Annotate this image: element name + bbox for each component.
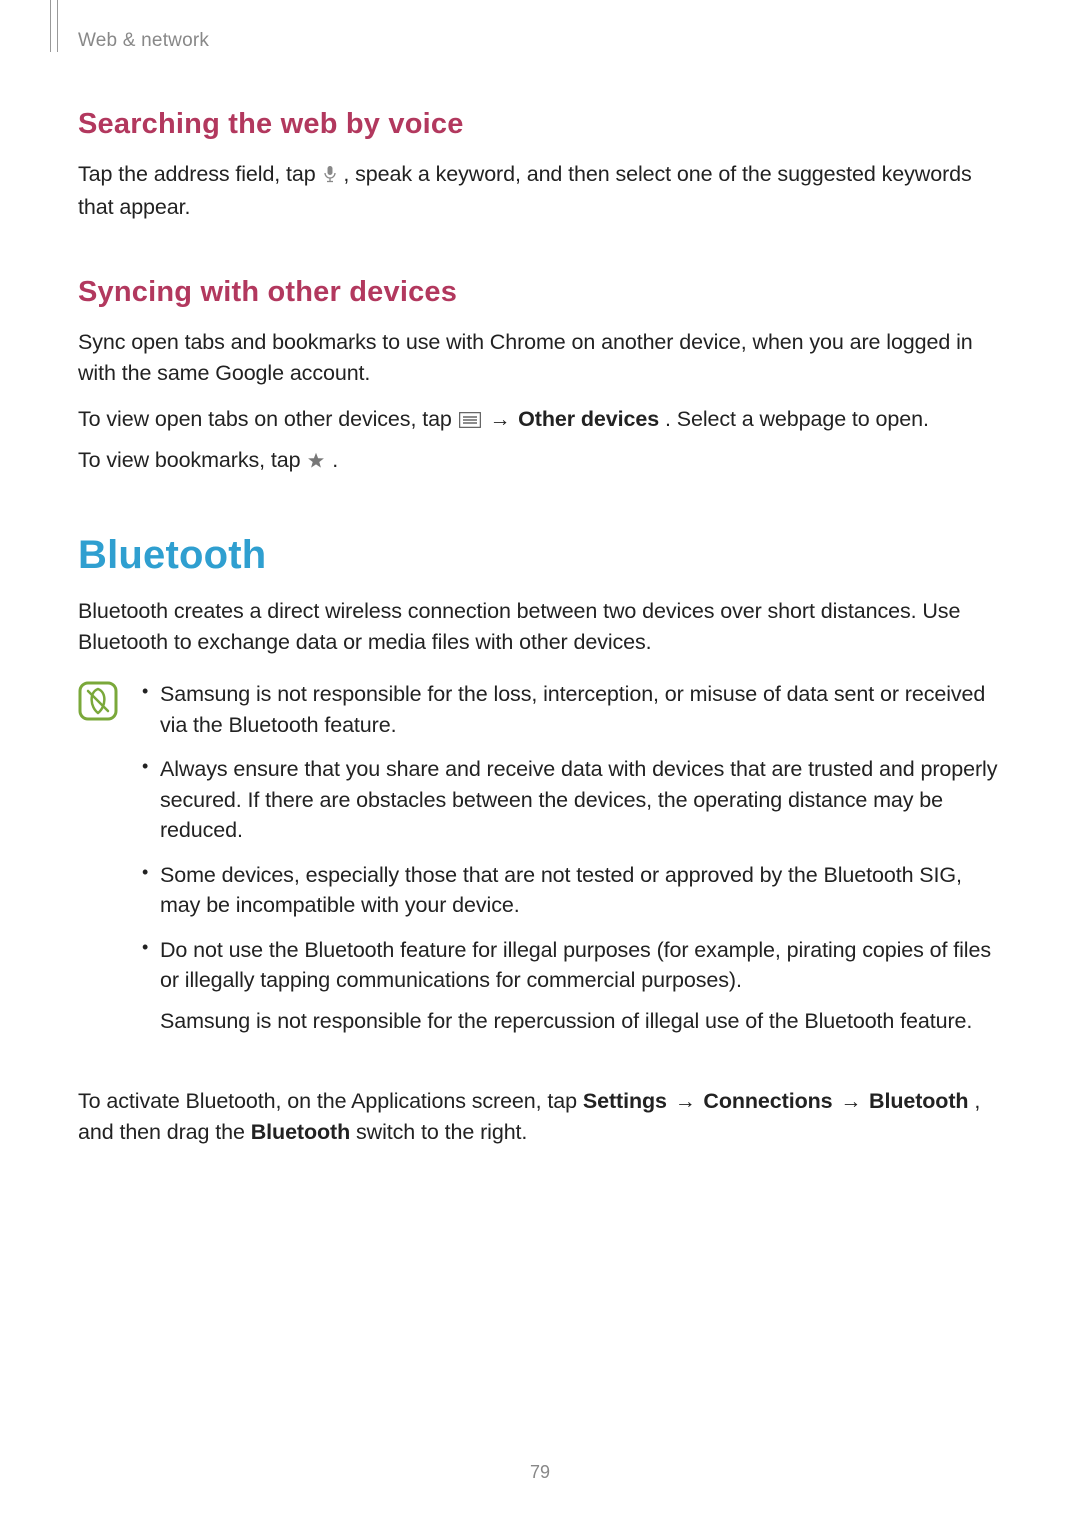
note-item: Do not use the Bluetooth feature for ill… xyxy=(136,935,1002,1037)
para-sync-intro: Sync open tabs and bookmarks to use with… xyxy=(78,327,1002,388)
arrow-icon: → xyxy=(840,1090,867,1113)
note-item: Some devices, especially those that are … xyxy=(136,860,1002,921)
text-fragment: Samsung is not responsible for the reper… xyxy=(160,1006,1002,1037)
para-activate-bluetooth: To activate Bluetooth, on the Applicatio… xyxy=(78,1086,1002,1147)
breadcrumb: Web & network xyxy=(78,30,1002,52)
note-icon xyxy=(78,681,118,1050)
text-fragment: To activate Bluetooth, on the Applicatio… xyxy=(78,1089,583,1113)
text-bold-bluetooth-switch: Bluetooth xyxy=(251,1120,350,1144)
para-bluetooth-intro: Bluetooth creates a direct wireless conn… xyxy=(78,596,1002,657)
note-item: Always ensure that you share and receive… xyxy=(136,754,1002,846)
page-number: 79 xyxy=(0,1462,1080,1483)
text-fragment: To view open tabs on other devices, tap xyxy=(78,407,458,431)
microphone-icon xyxy=(323,161,337,192)
heading-bluetooth: Bluetooth xyxy=(78,533,1002,578)
text-fragment: Tap the address field, tap xyxy=(78,162,322,186)
text-bold-settings: Settings xyxy=(583,1089,667,1113)
header-tick-mark xyxy=(50,0,58,52)
para-search-voice: Tap the address field, tap , speak a key… xyxy=(78,159,1002,222)
text-bold-connections: Connections xyxy=(703,1089,832,1113)
arrow-icon: → xyxy=(490,408,517,431)
text-fragment: switch to the right. xyxy=(356,1120,527,1144)
menu-icon xyxy=(459,406,481,437)
text-bold-other-devices: Other devices xyxy=(518,407,659,431)
text-fragment: . xyxy=(332,448,338,472)
text-fragment: Do not use the Bluetooth feature for ill… xyxy=(160,938,991,993)
arrow-icon: → xyxy=(675,1090,702,1113)
heading-searching-web-voice: Searching the web by voice xyxy=(78,108,1002,141)
heading-syncing-devices: Syncing with other devices xyxy=(78,276,1002,309)
star-icon xyxy=(307,447,325,478)
note-list: Samsung is not responsible for the loss,… xyxy=(136,679,1002,1050)
para-view-tabs: To view open tabs on other devices, tap … xyxy=(78,404,1002,437)
text-bold-bluetooth: Bluetooth xyxy=(869,1089,968,1113)
para-view-bookmarks: To view bookmarks, tap . xyxy=(78,445,1002,478)
note-item: Samsung is not responsible for the loss,… xyxy=(136,679,1002,740)
note-block: Samsung is not responsible for the loss,… xyxy=(78,679,1002,1050)
text-fragment: . Select a webpage to open. xyxy=(665,407,929,431)
text-fragment: To view bookmarks, tap xyxy=(78,448,306,472)
